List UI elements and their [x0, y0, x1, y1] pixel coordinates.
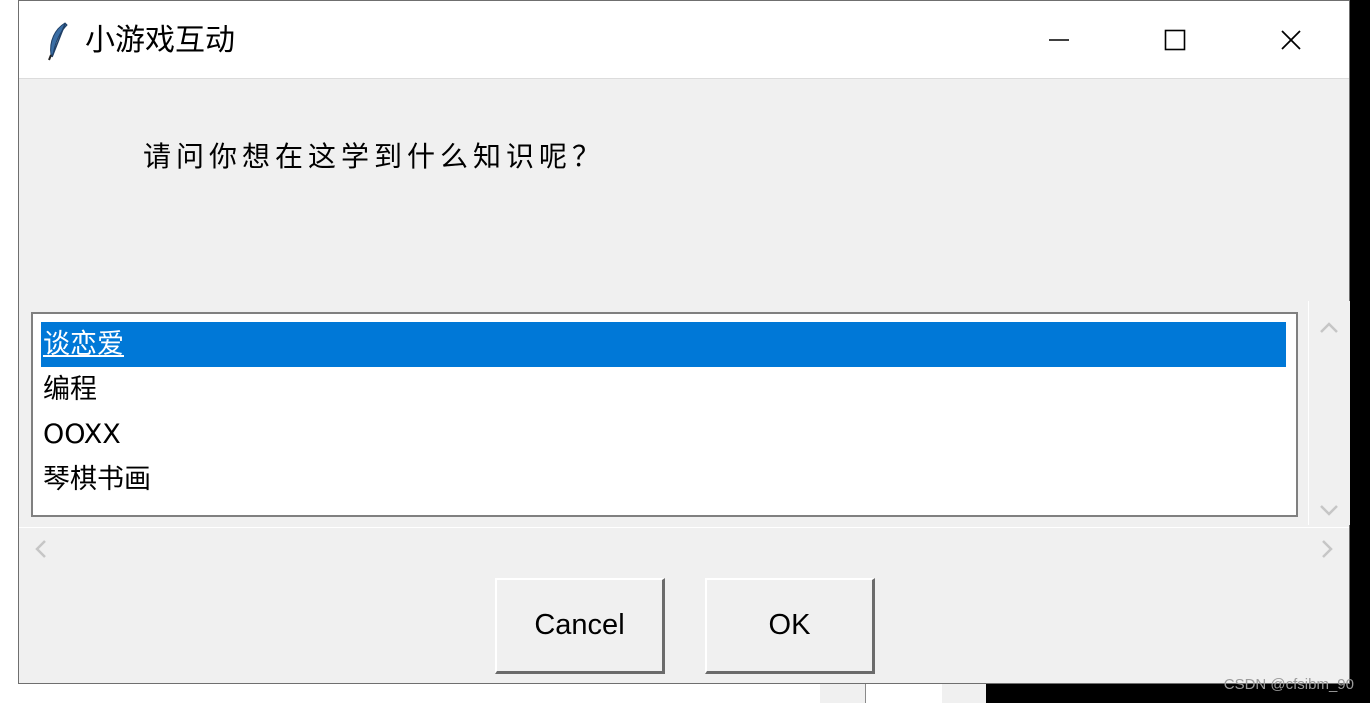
scroll-down-icon[interactable]	[1319, 497, 1339, 523]
maximize-button[interactable]	[1117, 1, 1233, 79]
maximize-icon	[1164, 29, 1186, 51]
list-item[interactable]: 编程	[41, 367, 97, 412]
minimize-icon	[1049, 39, 1069, 41]
watermark-text: CSDN @cfsibm_90	[1223, 676, 1354, 693]
minimize-button[interactable]	[1001, 1, 1117, 79]
list-item[interactable]: OOXX	[41, 412, 121, 457]
dialog-window: 小游戏互动 请问你想在这学到什么知识呢？ 谈恋爱 编程 OOXX 琴棋书画 Ca…	[18, 0, 1350, 684]
close-button[interactable]	[1233, 1, 1349, 79]
list-item[interactable]: 谈恋爱	[41, 322, 1286, 367]
scroll-right-icon[interactable]	[1321, 538, 1335, 564]
scroll-left-icon[interactable]	[33, 538, 47, 564]
title-bar[interactable]: 小游戏互动	[19, 1, 1349, 79]
choice-listbox[interactable]: 谈恋爱 编程 OOXX 琴棋书画	[31, 312, 1298, 517]
scroll-up-icon[interactable]	[1319, 313, 1339, 339]
close-icon	[1281, 30, 1301, 50]
window-title: 小游戏互动	[85, 23, 235, 58]
cancel-button[interactable]: Cancel	[495, 578, 665, 674]
horizontal-scrollbar[interactable]	[19, 527, 1349, 568]
list-item[interactable]: 琴棋书画	[41, 457, 151, 502]
vertical-scrollbar[interactable]	[1308, 301, 1350, 525]
feather-icon	[47, 21, 69, 61]
ok-button[interactable]: OK	[705, 578, 875, 674]
prompt-text: 请问你想在这学到什么知识呢？	[143, 140, 606, 173]
